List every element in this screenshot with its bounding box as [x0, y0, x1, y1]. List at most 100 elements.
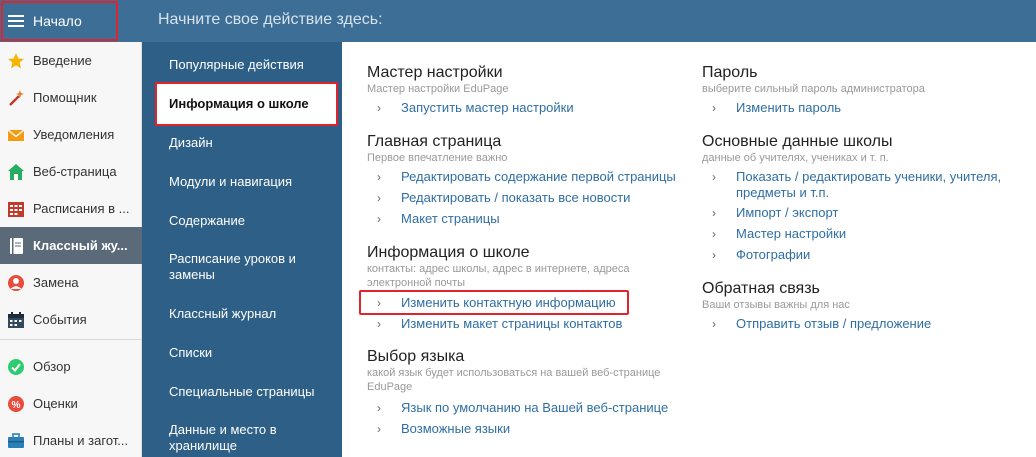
section-description: Ваши отзывы важны для нас: [702, 299, 850, 311]
section-feedback: Обратная связь Ваши отзывы важны для нас: [702, 280, 1022, 312]
sidebar-item-timetables[interactable]: Расписания в ...: [0, 190, 142, 227]
sidebar-item-class-journal[interactable]: Классный жу...: [0, 227, 142, 264]
link-page-layout[interactable]: › Макет страницы: [377, 211, 500, 227]
sidebar-item-events[interactable]: События: [0, 301, 142, 338]
sidebar-item-label: Уведомления: [33, 127, 115, 142]
section-title: Выбор языка: [367, 348, 465, 365]
section-title: Главная страница: [367, 133, 502, 150]
section-setup-wizard: Мастер настройки Мастер настройки EduPag…: [367, 64, 677, 96]
section-description: Первое впечатление важно: [367, 152, 508, 164]
section-basic-data: Основные данные школы данные об учителях…: [702, 133, 1022, 165]
chevron-right-icon: ›: [377, 422, 381, 436]
substitution-icon: [7, 274, 25, 292]
chevron-right-icon: ›: [377, 212, 381, 226]
chevron-right-icon: ›: [712, 248, 716, 262]
section-title: Информация о школе: [367, 244, 530, 261]
chevron-right-icon: ›: [712, 170, 716, 184]
sidebar-item-grades[interactable]: % Оценки: [0, 385, 142, 422]
sidebar-item-label: Помощник: [33, 90, 97, 105]
category-timetable-substitution[interactable]: Расписание уроков и замены: [142, 251, 342, 283]
sidebar-item-label: Расписания в ...: [33, 201, 130, 216]
sidebar-item-plans[interactable]: Планы и загот...: [0, 422, 142, 457]
briefcase-icon: [7, 432, 25, 450]
hamburger-icon: [8, 15, 24, 27]
category-lists[interactable]: Списки: [142, 345, 342, 361]
category-column: Популярные действия Информация о школе Д…: [142, 42, 342, 457]
sidebar-item-label: Обзор: [33, 359, 71, 374]
section-school-info: Информация о школе контакты: адрес школы…: [367, 244, 642, 290]
chevron-right-icon: ›: [377, 191, 381, 205]
chevron-right-icon: ›: [712, 317, 716, 331]
category-content[interactable]: Содержание: [142, 213, 342, 229]
top-header: Начните свое действие здесь:: [142, 0, 1036, 42]
link-edit-contact-info[interactable]: › Изменить контактную информацию: [377, 295, 616, 311]
category-special-pages[interactable]: Специальные страницы: [142, 384, 342, 400]
start-bar: Начало: [0, 0, 142, 42]
category-data-storage[interactable]: Данные и место в хранилище: [142, 422, 342, 454]
sidebar-item-substitution[interactable]: Замена: [0, 264, 142, 301]
sidebar-item-label: Классный жу...: [33, 238, 128, 253]
section-homepage: Главная страница Первое впечатление важн…: [367, 133, 677, 165]
section-description: данные об учителях, учениках и т. п.: [702, 152, 889, 164]
chevron-right-icon: ›: [712, 101, 716, 115]
link-edit-front-page[interactable]: › Редактировать содержание первой страни…: [377, 169, 676, 185]
sidebar-item-webpage[interactable]: Веб-страница: [0, 153, 142, 190]
sidebar-item-label: Планы и загот...: [33, 433, 129, 448]
chevron-right-icon: ›: [377, 401, 381, 415]
chevron-right-icon: ›: [377, 317, 381, 331]
timetable-icon: [7, 200, 25, 218]
link-send-feedback[interactable]: › Отправить отзыв / предложение: [712, 316, 931, 332]
sidebar-item-label: Замена: [33, 275, 79, 290]
notebook-icon: [7, 237, 25, 255]
start-menu-button[interactable]: Начало: [1, 1, 118, 41]
sidebar-item-overview[interactable]: Обзор: [0, 348, 142, 385]
content-area: Мастер настройки Мастер настройки EduPag…: [342, 42, 1036, 457]
sidebar-item-label: Веб-страница: [33, 164, 117, 179]
magic-wand-icon: [7, 89, 25, 107]
link-change-password[interactable]: › Изменить пароль: [712, 100, 841, 116]
sidebar-item-label: События: [33, 312, 87, 327]
sidebar-item-assistant[interactable]: Помощник: [0, 79, 142, 116]
chevron-right-icon: ›: [377, 170, 381, 184]
section-title: Основные данные школы: [702, 133, 893, 150]
chevron-right-icon: ›: [712, 227, 716, 241]
sidebar-item-label: Оценки: [33, 396, 78, 411]
link-possible-languages[interactable]: › Возможные языки: [377, 421, 510, 437]
link-edit-contact-layout[interactable]: › Изменить макет страницы контактов: [377, 316, 622, 332]
section-title: Мастер настройки: [367, 64, 503, 81]
category-class-journal[interactable]: Классный журнал: [142, 306, 342, 322]
section-password: Пароль выберите сильный пароль администр…: [702, 64, 1022, 96]
section-title: Обратная связь: [702, 280, 820, 297]
check-circle-icon: [7, 358, 25, 376]
sidebar-divider: [0, 339, 142, 340]
category-modules-navigation[interactable]: Модули и навигация: [142, 174, 342, 190]
chevron-right-icon: ›: [377, 296, 381, 310]
section-description: Мастер настройки EduPage: [367, 83, 509, 95]
category-popular[interactable]: Популярные действия: [142, 57, 342, 73]
section-description: какой язык будет использоваться на вашей…: [367, 367, 661, 393]
link-photos[interactable]: › Фотографии: [712, 247, 810, 263]
link-edit-news[interactable]: › Редактировать / показать все новости: [377, 190, 630, 206]
category-design[interactable]: Дизайн: [142, 135, 342, 151]
section-language: Выбор языка какой язык будет использоват…: [367, 348, 672, 394]
sidebar-item-notifications[interactable]: Уведомления: [0, 116, 142, 153]
envelope-icon: [7, 126, 25, 144]
link-setup-wizard[interactable]: › Мастер настройки: [712, 226, 846, 242]
star-icon: [7, 52, 25, 70]
svg-text:%: %: [12, 400, 21, 411]
section-description: выберите сильный пароль администратора: [702, 83, 925, 95]
sidebar-item-label: Введение: [33, 53, 92, 68]
chevron-right-icon: ›: [377, 101, 381, 115]
section-title: Пароль: [702, 64, 758, 81]
header-title: Начните свое действие здесь:: [158, 11, 383, 28]
link-start-setup-wizard[interactable]: › Запустить мастер настройки: [377, 100, 574, 116]
category-school-info[interactable]: Информация о школе: [155, 82, 338, 126]
link-default-language[interactable]: › Язык по умолчанию на Вашей веб-страниц…: [377, 400, 668, 416]
section-description: контакты: адрес школы, адрес в интернете…: [367, 263, 630, 289]
chevron-right-icon: ›: [712, 206, 716, 220]
link-show-edit-students-teachers[interactable]: › Показать / редактировать ученики, учит…: [712, 169, 1012, 201]
calendar-icon: [7, 311, 25, 329]
link-import-export[interactable]: › Импорт / экспорт: [712, 205, 838, 221]
start-label: Начало: [33, 13, 82, 29]
sidebar-item-intro[interactable]: Введение: [0, 42, 142, 79]
